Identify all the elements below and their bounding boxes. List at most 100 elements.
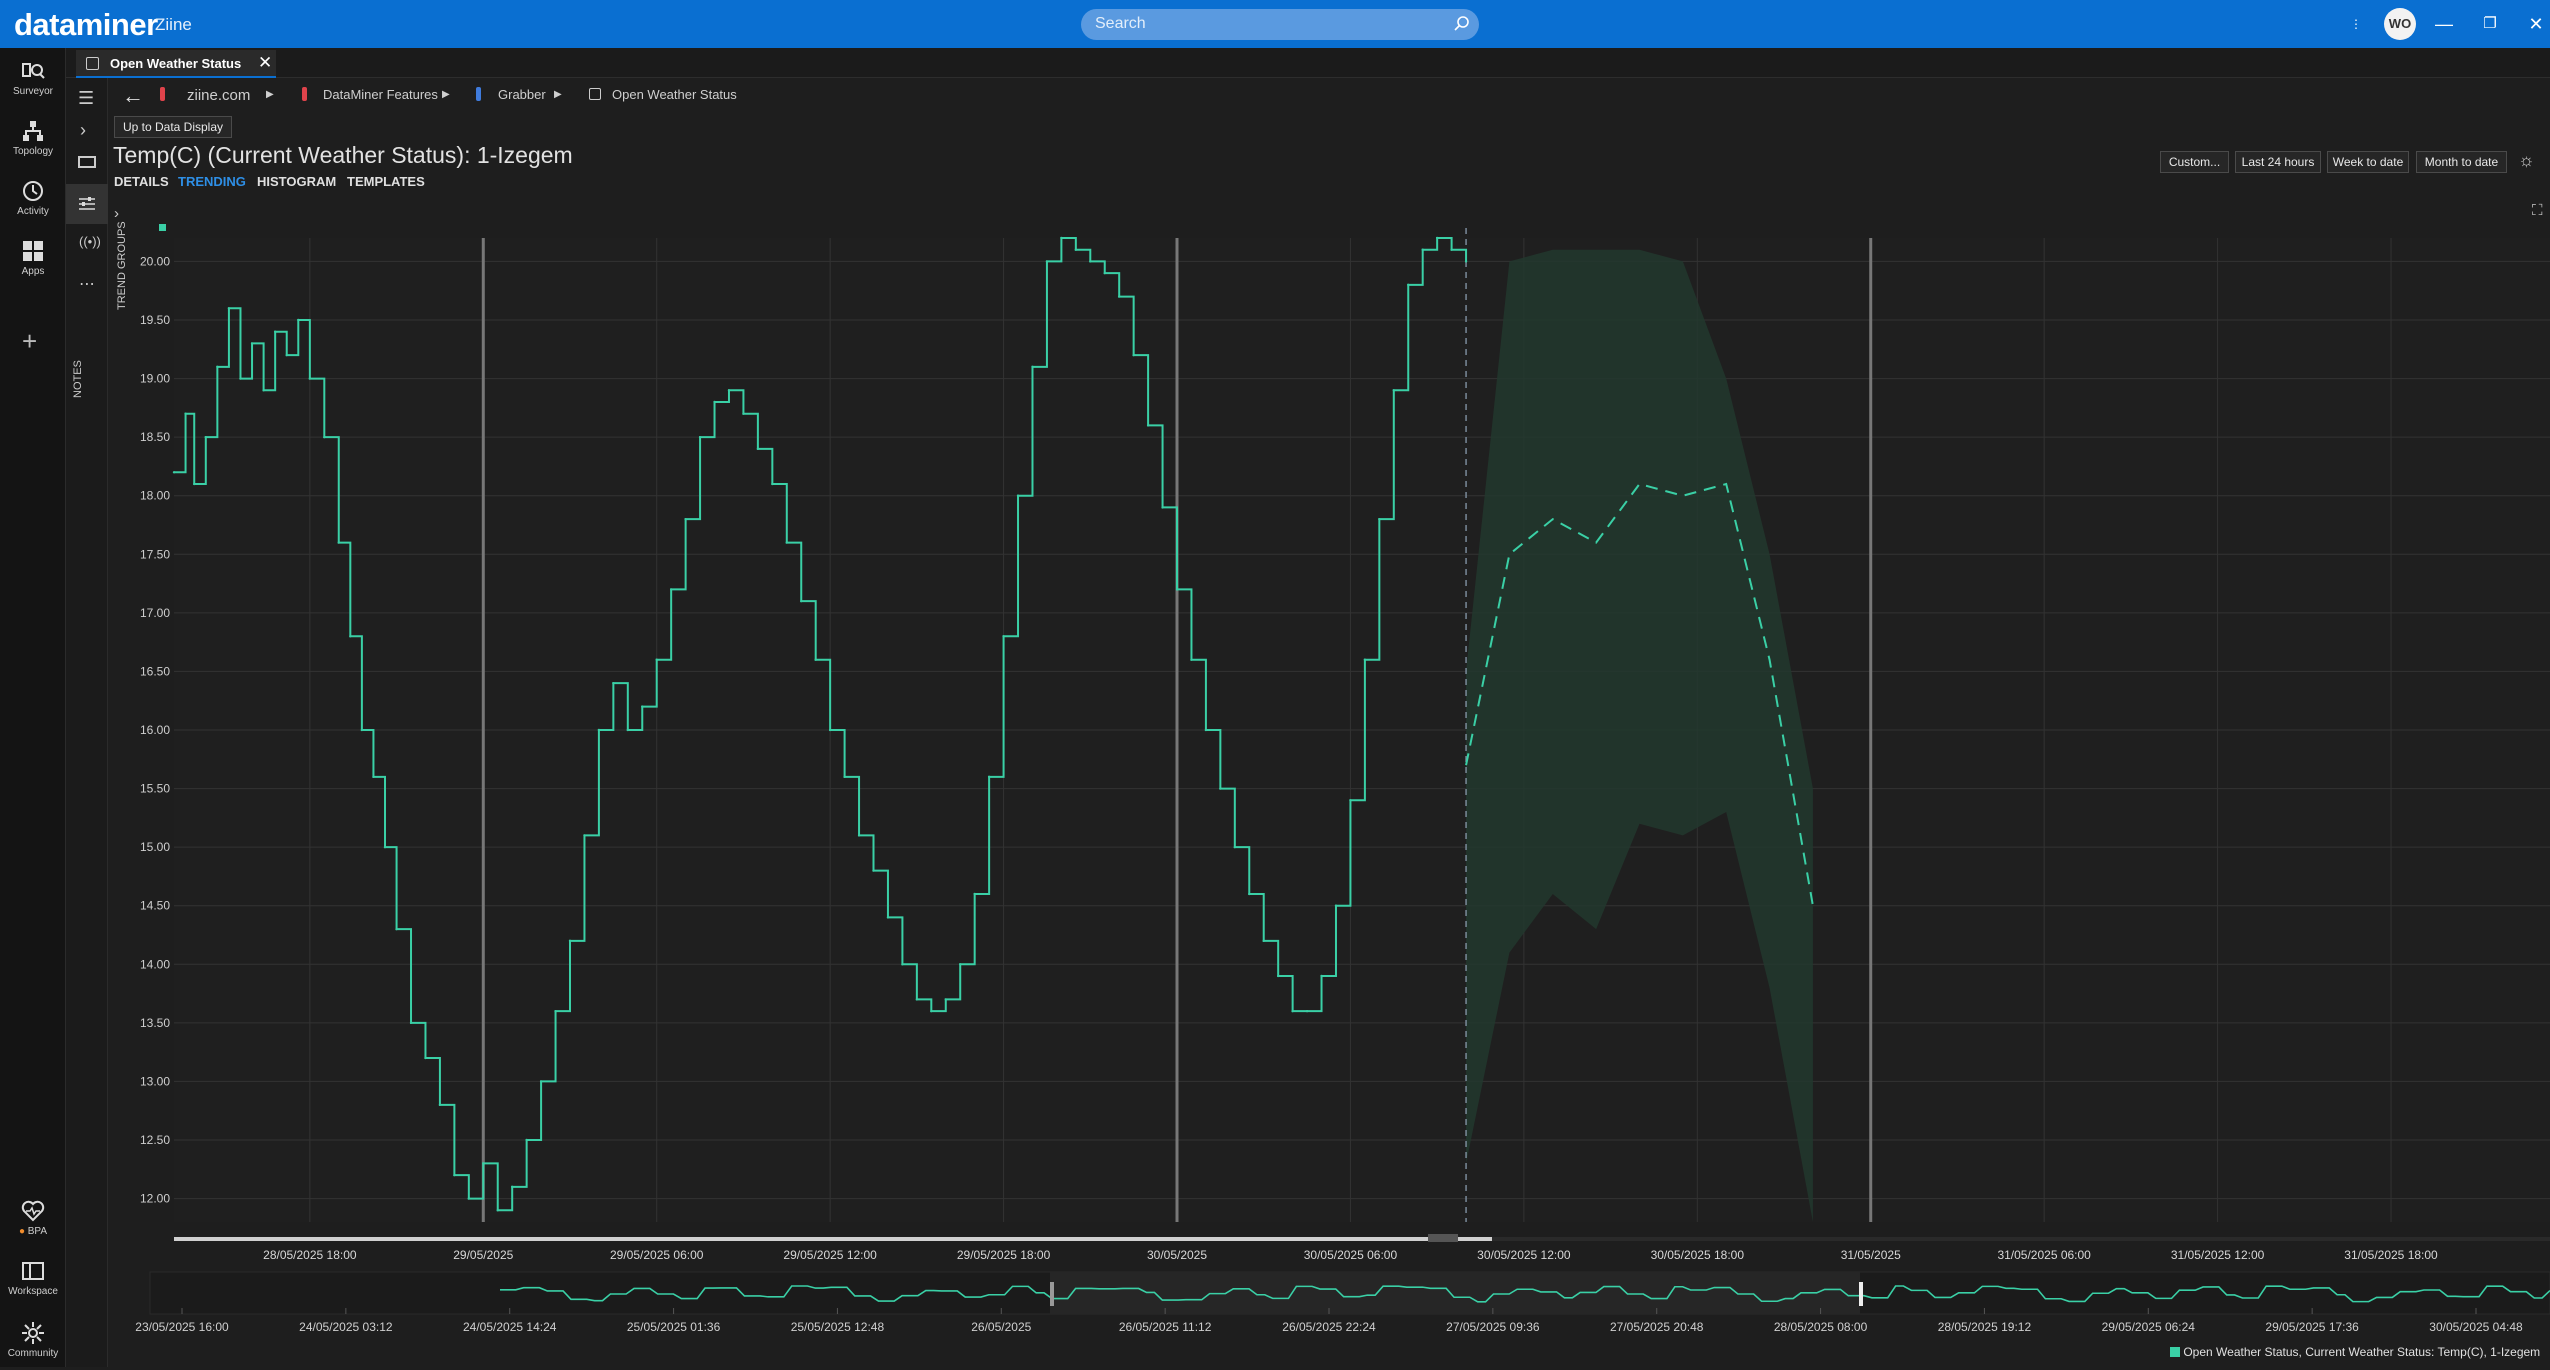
series-point (262, 389, 265, 392)
overview-tick-label: 26/05/2025 22:24 (1282, 1320, 1376, 1334)
series-point (1435, 236, 1439, 240)
series-point (1117, 295, 1121, 298)
series-point (554, 1009, 557, 1013)
legend-label: Open Weather Status, Current Weather Sta… (2183, 1345, 2541, 1359)
series-point (1363, 658, 1367, 661)
series-point (409, 1021, 413, 1025)
trend-chart[interactable]: 20.00 19.50 19.00 18.50 18.00 17.50 17.00 16.50… (0, 0, 2550, 1367)
series-point (1248, 892, 1251, 896)
x-tick-label: 30/05/2025 12:00 (1477, 1248, 1571, 1262)
series-point (800, 599, 803, 603)
series-point (612, 681, 615, 685)
x-tick-label: 31/05/2025 12:00 (2171, 1248, 2265, 1262)
y-tick-label: 15.00 (140, 840, 170, 854)
series-point (843, 775, 846, 779)
overview-tick-label: 25/05/2025 12:48 (791, 1320, 885, 1334)
series-point (204, 435, 207, 439)
series-point (424, 1056, 427, 1060)
series-point (227, 307, 231, 310)
overview-tick-label: 28/05/2025 08:00 (1774, 1320, 1868, 1334)
y-tick-label: 12.50 (140, 1133, 170, 1147)
y-tick-label: 14.50 (140, 899, 170, 913)
chart-legend: Open Weather Status, Current Weather Sta… (2170, 1345, 2540, 1359)
series-point (1089, 260, 1092, 263)
series-point (467, 1197, 471, 1200)
series-point (510, 1185, 514, 1189)
y-tick-label: 16.50 (140, 664, 170, 678)
overview-tick-label: 23/05/2025 16:00 (135, 1320, 229, 1334)
y-tick-label: 17.50 (140, 547, 170, 561)
series-point (372, 775, 375, 779)
x-tick-label: 30/05/2025 (1147, 1248, 1207, 1262)
series-point (857, 834, 861, 837)
series-point (337, 541, 340, 544)
series-point (1407, 283, 1410, 287)
y-tick-label: 17.00 (140, 606, 170, 620)
overview-tick-label: 27/05/2025 20:48 (1610, 1320, 1704, 1334)
series-point (250, 342, 254, 345)
series-point (323, 435, 326, 439)
series-point (1233, 845, 1237, 849)
y-tick-label: 19.50 (140, 313, 170, 327)
series-point (1349, 799, 1352, 802)
series-point (239, 377, 242, 380)
x-tick-label: 28/05/2025 18:00 (263, 1248, 357, 1262)
series-point (626, 728, 630, 732)
series-point (216, 365, 219, 369)
series-point (184, 412, 187, 415)
series-point (1276, 974, 1280, 978)
overview-tick-label: 25/05/2025 01:36 (627, 1320, 721, 1334)
y-tick-label: 18.00 (140, 489, 170, 503)
series-point (1334, 904, 1338, 907)
y-tick-label: 14.00 (140, 957, 170, 971)
series-point (1291, 1009, 1294, 1013)
overview-tick-label: 26/05/2025 (971, 1320, 1031, 1334)
y-tick-label: 13.50 (140, 1016, 170, 1030)
series-point (297, 318, 300, 322)
series-point (669, 588, 673, 591)
series-point (959, 963, 962, 966)
series-point (742, 412, 745, 415)
series-point (944, 998, 947, 1001)
series-point (360, 728, 364, 732)
series-point (641, 705, 644, 708)
series-point (1190, 658, 1193, 661)
series-point (886, 916, 890, 919)
y-tick-label: 16.00 (140, 723, 170, 737)
series-point (482, 1162, 485, 1165)
series-point (349, 635, 352, 638)
series-point (395, 927, 398, 931)
series-point (930, 1009, 933, 1013)
series-point (915, 998, 919, 1001)
y-tick-label: 18.50 (140, 430, 170, 444)
series-point (1016, 494, 1020, 497)
series-point (597, 728, 601, 732)
series-point (785, 541, 788, 544)
series-point (973, 892, 976, 896)
series-point (814, 658, 817, 661)
series-point (1464, 260, 1468, 263)
series-point (172, 471, 176, 474)
x-tick-label: 30/05/2025 18:00 (1651, 1248, 1745, 1262)
series-point (1161, 506, 1164, 509)
overview-tick-label: 26/05/2025 11:12 (1119, 1320, 1212, 1334)
series-point (308, 377, 312, 380)
series-point (1421, 248, 1424, 251)
series-point (583, 834, 586, 837)
series-point (525, 1138, 528, 1142)
series-point (285, 353, 288, 357)
series-point (828, 728, 832, 732)
series-point (1320, 974, 1323, 978)
overview-tick-label: 29/05/2025 06:24 (2102, 1320, 2196, 1334)
series-point (901, 963, 904, 966)
x-tick-label: 30/05/2025 06:00 (1304, 1248, 1398, 1262)
series-point (496, 1209, 499, 1212)
series-point (1305, 1009, 1309, 1013)
series-point (655, 658, 658, 661)
series-point (756, 447, 760, 451)
legend-swatch (2170, 1347, 2180, 1357)
series-point (698, 435, 702, 439)
series-point (438, 1103, 442, 1107)
y-tick-label: 19.00 (140, 372, 170, 386)
series-point (713, 400, 716, 404)
